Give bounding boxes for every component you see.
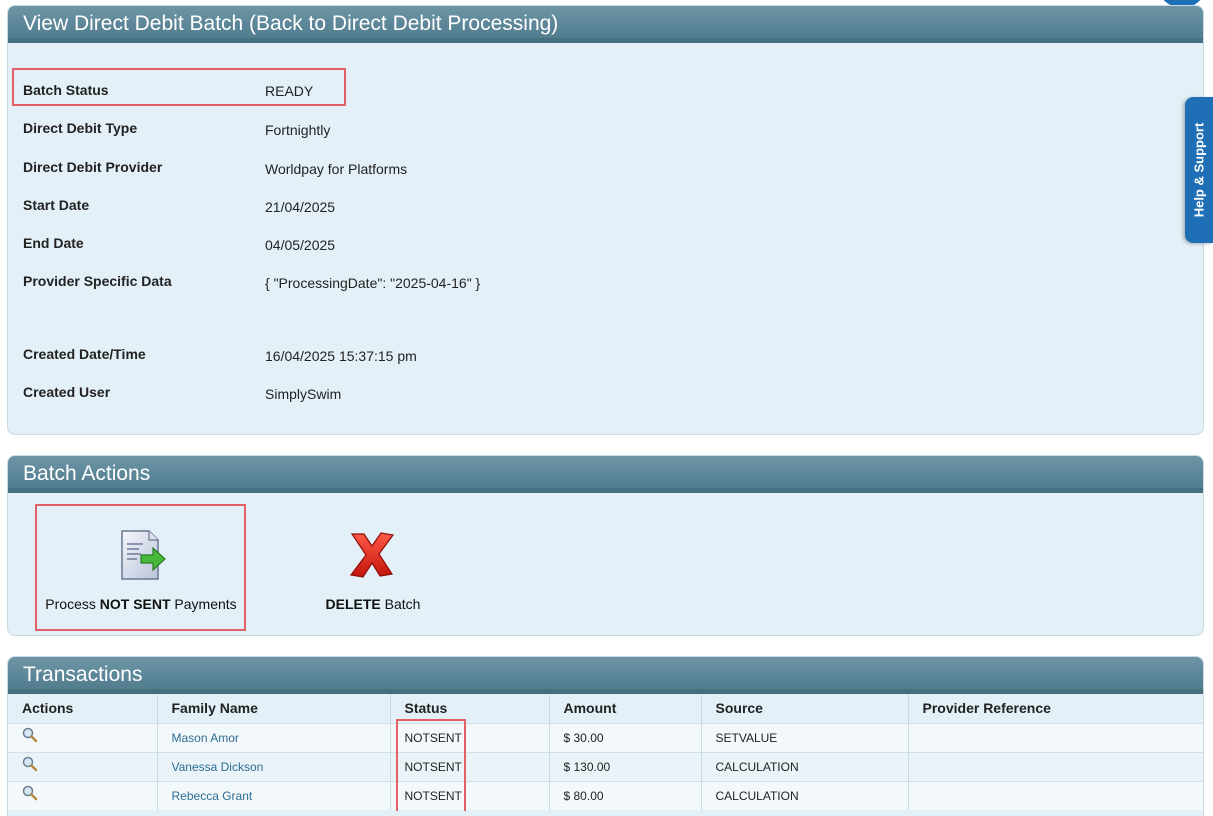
transactions-panel: Transactions Actions Family Name Status …: [7, 656, 1204, 816]
column-header-amount[interactable]: Amount: [549, 694, 702, 723]
batch-actions-panel: Batch Actions Process NOT SENT Payments: [7, 455, 1204, 636]
provider-reference-cell: [908, 780, 1203, 810]
row-actions-cell: [8, 722, 158, 752]
process-button-highlight: [35, 504, 246, 631]
family-name-cell: Vanessa Dickson: [157, 751, 391, 781]
details-panel-title[interactable]: View Direct Debit Batch (Back to Direct …: [8, 6, 1203, 43]
family-name-link[interactable]: Vanessa Dickson: [172, 760, 264, 774]
family-name-cell: Rebecca Grant: [157, 780, 391, 810]
detail-value: 16/04/2025 15:37:15 pm: [265, 348, 417, 364]
delete-x-icon: [349, 532, 395, 578]
detail-label: Provider Specific Data: [23, 273, 172, 289]
detail-value: { "ProcessingDate": "2025-04-16" }: [265, 275, 481, 291]
detail-label: Direct Debit Type: [23, 120, 138, 136]
delete-batch-button[interactable]: DELETE Batch: [308, 506, 438, 616]
column-header-source[interactable]: Source: [701, 694, 909, 723]
actions-panel-title: Batch Actions: [8, 456, 1203, 493]
batch-details-panel: View Direct Debit Batch (Back to Direct …: [7, 5, 1204, 435]
amount-cell: $ 130.00: [549, 751, 702, 781]
row-actions-cell: [8, 751, 158, 781]
column-header-family-name[interactable]: Family Name: [157, 694, 391, 723]
batch-status-highlight: [12, 68, 346, 106]
delete-label-suffix: Batch: [380, 596, 421, 612]
detail-value: 21/04/2025: [265, 199, 336, 215]
delete-label-bold: DELETE: [325, 596, 381, 612]
table-row: Vanessa Dickson NOTSENT $ 130.00 CALCULA…: [8, 751, 1203, 781]
row-actions-cell: [8, 780, 158, 810]
detail-label: Created Date/Time: [23, 346, 146, 362]
detail-label: Created User: [23, 384, 111, 400]
table-row: Mason Amor NOTSENT $ 30.00 SETVALUE: [8, 722, 1203, 752]
delete-batch-label: DELETE Batch: [308, 596, 438, 612]
amount-cell: $ 80.00: [549, 780, 702, 810]
table-row: Rebecca Grant NOTSENT $ 80.00 CALCULATIO…: [8, 780, 1203, 810]
column-header-actions: Actions: [8, 694, 158, 723]
amount-cell: $ 30.00: [549, 722, 702, 752]
magnifier-view-icon[interactable]: [22, 727, 38, 743]
column-header-provider-reference[interactable]: Provider Reference: [908, 694, 1203, 723]
magnifier-view-icon[interactable]: [22, 756, 38, 772]
transactions-panel-title: Transactions: [8, 657, 1203, 694]
magnifier-view-icon[interactable]: [22, 785, 38, 801]
detail-value: SimplySwim: [265, 386, 342, 402]
source-cell: SETVALUE: [701, 722, 909, 752]
detail-value: Fortnightly: [265, 122, 331, 138]
help-support-tab[interactable]: Help & Support: [1185, 97, 1213, 243]
table-header-row: Actions Family Name Status Amount Source…: [8, 694, 1203, 723]
help-support-label: Help & Support: [1191, 122, 1207, 218]
provider-reference-cell: [908, 722, 1203, 752]
family-name-link[interactable]: Rebecca Grant: [172, 789, 253, 803]
source-cell: CALCULATION: [701, 751, 909, 781]
detail-value: Worldpay for Platforms: [265, 161, 408, 177]
family-name-link[interactable]: Mason Amor: [172, 731, 239, 745]
status-column-highlight: [396, 719, 466, 811]
provider-reference-cell: [908, 751, 1203, 781]
source-cell: CALCULATION: [701, 780, 909, 810]
detail-label: Direct Debit Provider: [23, 159, 163, 175]
detail-label: End Date: [23, 235, 84, 251]
detail-value: 04/05/2025: [265, 237, 336, 253]
family-name-cell: Mason Amor: [157, 722, 391, 752]
transactions-table: Actions Family Name Status Amount Source…: [8, 694, 1203, 810]
detail-label: Start Date: [23, 197, 90, 213]
